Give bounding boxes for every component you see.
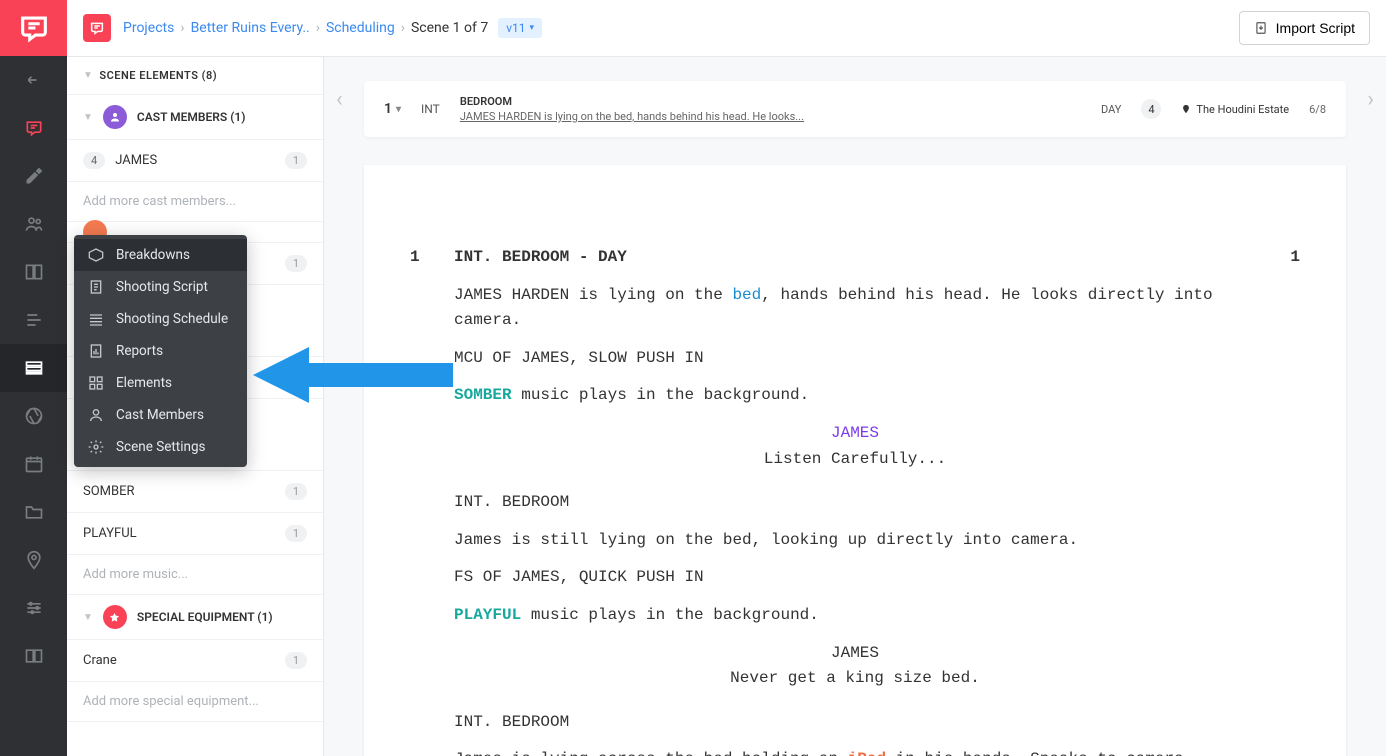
left-rail	[0, 0, 67, 756]
rail-people-icon[interactable]	[0, 200, 67, 248]
slugline: INT. BEDROOM	[454, 710, 1256, 736]
add-equip-input[interactable]: Add more special equipment...	[67, 682, 323, 722]
popup-elements[interactable]: Elements	[74, 367, 247, 399]
tutorial-arrow-icon	[253, 347, 453, 407]
rail-edit-icon[interactable]	[0, 152, 67, 200]
cast-item[interactable]: 4 JAMES 1	[67, 140, 323, 182]
import-script-button[interactable]: Import Script	[1239, 11, 1370, 45]
action-text: James is still lying on the bed, looking…	[454, 528, 1256, 554]
rail-calendar-icon[interactable]	[0, 440, 67, 488]
prev-scene-icon[interactable]: ‹	[336, 87, 343, 112]
rail-sliders-icon[interactable]	[0, 584, 67, 632]
breadcrumb: Projects › Better Ruins Every.. › Schedu…	[123, 18, 542, 38]
scene-cast-count: 4	[1141, 99, 1161, 119]
chevron-right-icon: ›	[401, 20, 405, 36]
popup-scene-settings[interactable]: Scene Settings	[74, 431, 247, 463]
group-cast-header[interactable]: ▼ CAST MEMBERS (1)	[67, 95, 323, 140]
topbar-app-icon[interactable]	[83, 14, 111, 42]
reports-popup: Breakdowns Shooting Script Shooting Sche…	[74, 235, 247, 467]
rail-location-icon[interactable]	[0, 536, 67, 584]
equip-item[interactable]: Crane 1	[67, 640, 323, 682]
action-text: James is lying across the bed holding an…	[454, 747, 1256, 756]
crumb-section[interactable]: Scheduling	[326, 20, 395, 36]
scene-description[interactable]: JAMES HARDEN is lying on the bed, hands …	[460, 110, 804, 123]
add-music-input[interactable]: Add more music...	[67, 555, 323, 595]
character-cue: JAMES	[454, 421, 1256, 447]
group-equip-header[interactable]: ▼ SPECIAL EQUIPMENT (1)	[67, 595, 323, 640]
sidebar-header[interactable]: ▼SCENE ELEMENTS (8)	[67, 57, 323, 95]
action-text: JAMES HARDEN is lying on the bed, hands …	[454, 283, 1256, 334]
scene-daynight: DAY	[1101, 103, 1121, 116]
crumb-projects[interactable]: Projects	[123, 20, 174, 36]
scene-location[interactable]: The Houdini Estate	[1181, 103, 1289, 116]
popup-shooting-schedule[interactable]: Shooting Schedule	[74, 303, 247, 335]
character-cue: JAMES	[454, 641, 1256, 667]
tag-playful[interactable]: PLAYFUL	[454, 606, 521, 624]
scene-intext: INT	[421, 102, 440, 116]
rail-aperture-icon[interactable]	[0, 392, 67, 440]
tag-somber[interactable]: SOMBER	[454, 386, 512, 404]
dialogue: Listen Carefully...	[454, 447, 1256, 473]
script-page: 1INT. BEDROOM - DAY1 JAMES HARDEN is lyi…	[364, 165, 1346, 756]
rail-back-icon[interactable]	[0, 56, 67, 104]
scene-title: BEDROOM	[460, 95, 804, 108]
action-text: SOMBER music plays in the background.	[454, 383, 1256, 409]
version-badge[interactable]: v11▾	[498, 18, 542, 38]
crumb-current: Scene 1 of 7	[411, 20, 488, 36]
app-logo[interactable]	[0, 0, 67, 56]
canvas: ‹ › 1▾ INT BEDROOM JAMES HARDEN is lying…	[324, 57, 1386, 756]
topbar: Projects › Better Ruins Every.. › Schedu…	[67, 0, 1386, 57]
scene-number[interactable]: 1▾	[384, 101, 401, 117]
tag-bed[interactable]: bed	[732, 286, 761, 304]
rail-book-icon[interactable]	[0, 632, 67, 680]
popup-cast-members[interactable]: Cast Members	[74, 399, 247, 431]
action-text: FS OF JAMES, QUICK PUSH IN	[454, 565, 1256, 591]
rail-chat-icon[interactable]	[0, 104, 67, 152]
add-cast-input[interactable]: Add more cast members...	[67, 182, 323, 222]
rail-folder-icon[interactable]	[0, 488, 67, 536]
rail-list-icon[interactable]	[0, 296, 67, 344]
slugline: 1INT. BEDROOM - DAY1	[454, 245, 1256, 271]
equip-badge-icon	[103, 605, 127, 629]
rail-panels-icon[interactable]	[0, 248, 67, 296]
popup-reports[interactable]: Reports	[74, 335, 247, 367]
music-item-playful[interactable]: PLAYFUL 1	[67, 513, 323, 555]
next-scene-icon[interactable]: ›	[1367, 87, 1374, 112]
cast-badge-icon	[103, 105, 127, 129]
tag-ipad[interactable]: iPad	[848, 750, 886, 756]
crumb-project[interactable]: Better Ruins Every..	[191, 20, 310, 36]
popup-breakdowns[interactable]: Breakdowns	[74, 239, 247, 271]
popup-shooting-script[interactable]: Shooting Script	[74, 271, 247, 303]
chevron-right-icon: ›	[180, 20, 184, 36]
scene-pages: 6/8	[1309, 103, 1326, 116]
chevron-right-icon: ›	[316, 20, 320, 36]
dialogue: Never get a king size bed.	[454, 666, 1256, 692]
action-text: PLAYFUL music plays in the background.	[454, 603, 1256, 629]
music-item-somber[interactable]: SOMBER 1	[67, 471, 323, 513]
action-text: MCU OF JAMES, SLOW PUSH IN	[454, 346, 1256, 372]
rail-rows-icon[interactable]	[0, 344, 67, 392]
scene-bar: 1▾ INT BEDROOM JAMES HARDEN is lying on …	[364, 81, 1346, 137]
slugline: INT. BEDROOM	[454, 490, 1256, 516]
